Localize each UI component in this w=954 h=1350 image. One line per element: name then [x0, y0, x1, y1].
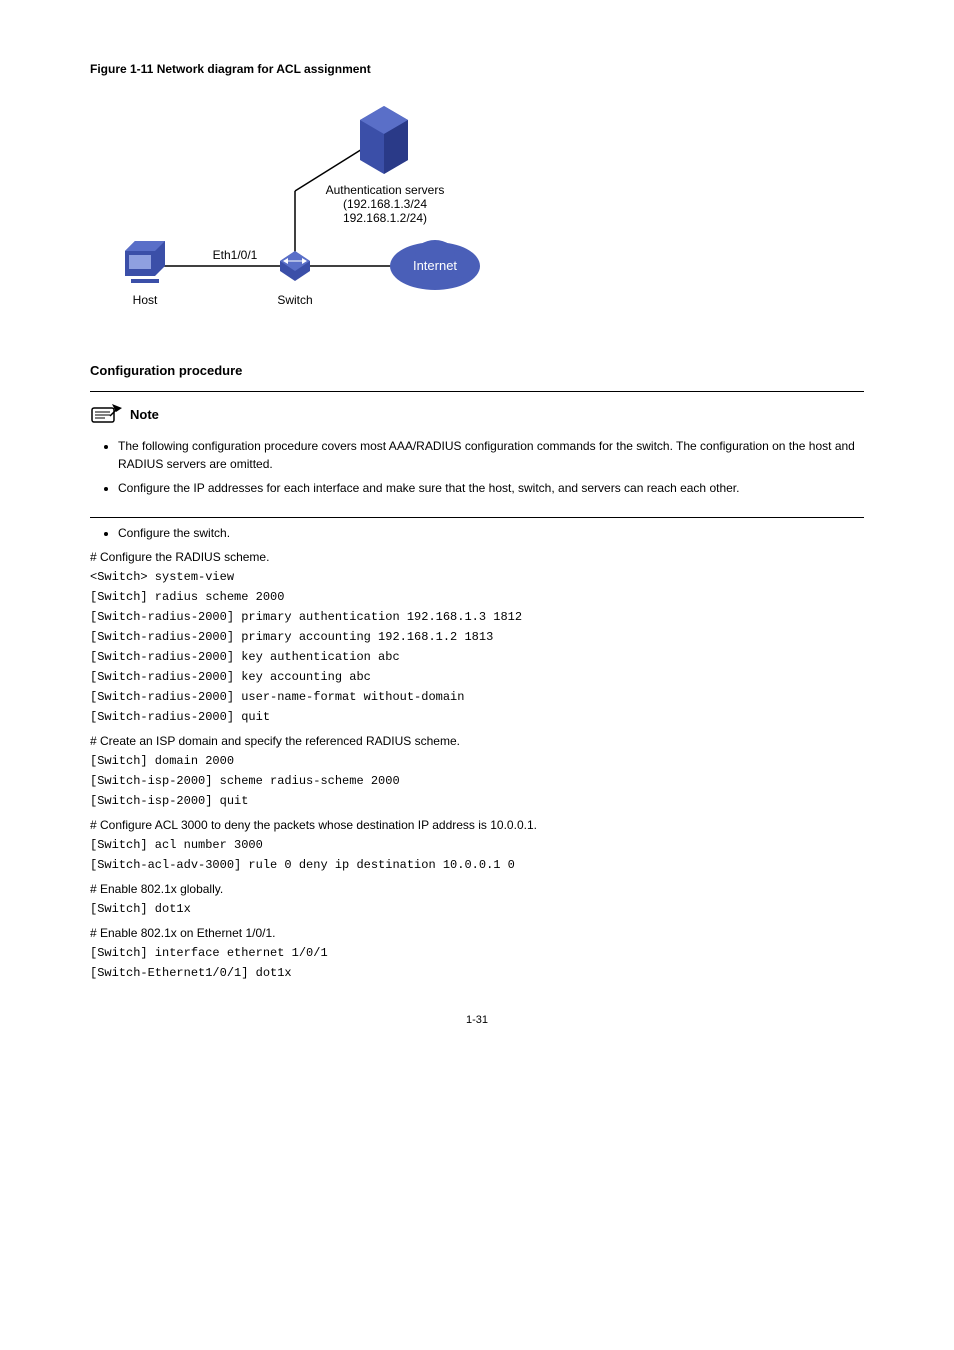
- step-2-desc: # Create an ISP domain and specify the r…: [90, 732, 864, 750]
- auth-servers-label-2: (192.168.1.3/24: [343, 197, 427, 211]
- cmd-line: [Switch] dot1x: [90, 900, 864, 918]
- note-box: Note The following configuration procedu…: [90, 391, 864, 518]
- note-icon: [90, 402, 124, 429]
- configuration-procedure-heading: Configuration procedure: [90, 361, 864, 381]
- note-bullet-2: Configure the IP addresses for each inte…: [118, 479, 864, 497]
- cmd-line: [Switch] acl number 3000: [90, 836, 864, 854]
- network-diagram: Authentication servers (192.168.1.3/24 1…: [90, 86, 864, 331]
- note-bullet-1: The following configuration procedure co…: [118, 437, 864, 473]
- cmd-line: [Switch-radius-2000] quit: [90, 708, 864, 726]
- host-label: Host: [133, 293, 158, 307]
- cmd-line: [Switch-radius-2000] user-name-format wi…: [90, 688, 864, 706]
- cmd-line: <Switch> system-view: [90, 568, 864, 586]
- configure-switch-bullet: Configure the switch.: [118, 524, 864, 542]
- switch-label: Switch: [277, 293, 312, 307]
- auth-servers-label-3: 192.168.1.2/24): [343, 211, 427, 225]
- cmd-line: [Switch-radius-2000] key authentication …: [90, 648, 864, 666]
- cmd-line: [Switch-radius-2000] key accounting abc: [90, 668, 864, 686]
- cmd-line: [Switch-radius-2000] primary authenticat…: [90, 608, 864, 626]
- cmd-line: [Switch-Ethernet1/0/1] dot1x: [90, 964, 864, 982]
- internet-label: Internet: [413, 258, 457, 273]
- cmd-line: [Switch] radius scheme 2000: [90, 588, 864, 606]
- cmd-line: [Switch] domain 2000: [90, 752, 864, 770]
- note-label: Note: [130, 405, 159, 425]
- eth-label: Eth1/0/1: [213, 248, 258, 262]
- auth-servers-label-1: Authentication servers: [326, 183, 445, 197]
- switch-icon: [280, 251, 310, 281]
- figure-title: Figure 1-11 Network diagram for ACL assi…: [90, 60, 864, 78]
- cmd-line: [Switch-radius-2000] primary accounting …: [90, 628, 864, 646]
- cmd-line: [Switch] interface ethernet 1/0/1: [90, 944, 864, 962]
- page-number: 1-31: [90, 1012, 864, 1029]
- cmd-line: [Switch-acl-adv-3000] rule 0 deny ip des…: [90, 856, 864, 874]
- step-3-desc: # Configure ACL 3000 to deny the packets…: [90, 816, 864, 834]
- cmd-line: [Switch-isp-2000] quit: [90, 792, 864, 810]
- cmd-line: [Switch-isp-2000] scheme radius-scheme 2…: [90, 772, 864, 790]
- step-5-desc: # Enable 802.1x on Ethernet 1/0/1.: [90, 924, 864, 942]
- step-4-desc: # Enable 802.1x globally.: [90, 880, 864, 898]
- host-icon: [125, 241, 165, 283]
- step-1-desc: # Configure the RADIUS scheme.: [90, 548, 864, 566]
